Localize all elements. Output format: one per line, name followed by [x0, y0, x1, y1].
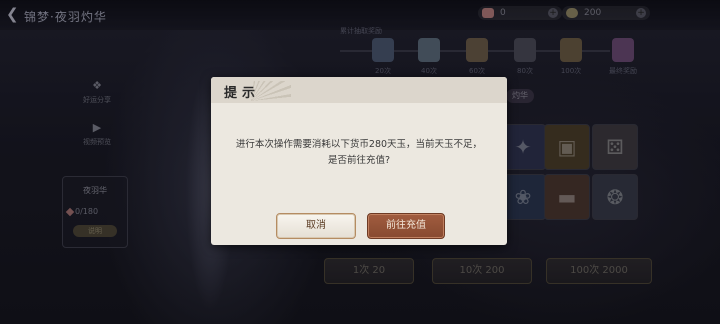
- dialog-message-line1: 进行本次操作需要消耗以下货币280天玉，当前天玉不足，: [235, 139, 483, 150]
- dialog-message-line2: 是否前往充值?: [327, 155, 391, 166]
- dialog-header: 提示: [211, 77, 507, 103]
- fan-ornament-icon: [251, 81, 291, 101]
- cancel-button[interactable]: 取消: [276, 213, 356, 239]
- insufficient-currency-dialog: 提示 进行本次操作需要消耗以下货币280天玉，当前天玉不足， 是否前往充值? 取…: [211, 77, 507, 245]
- dialog-message: 进行本次操作需要消耗以下货币280天玉，当前天玉不足， 是否前往充值?: [229, 137, 489, 169]
- recharge-button[interactable]: 前往充值: [367, 213, 445, 239]
